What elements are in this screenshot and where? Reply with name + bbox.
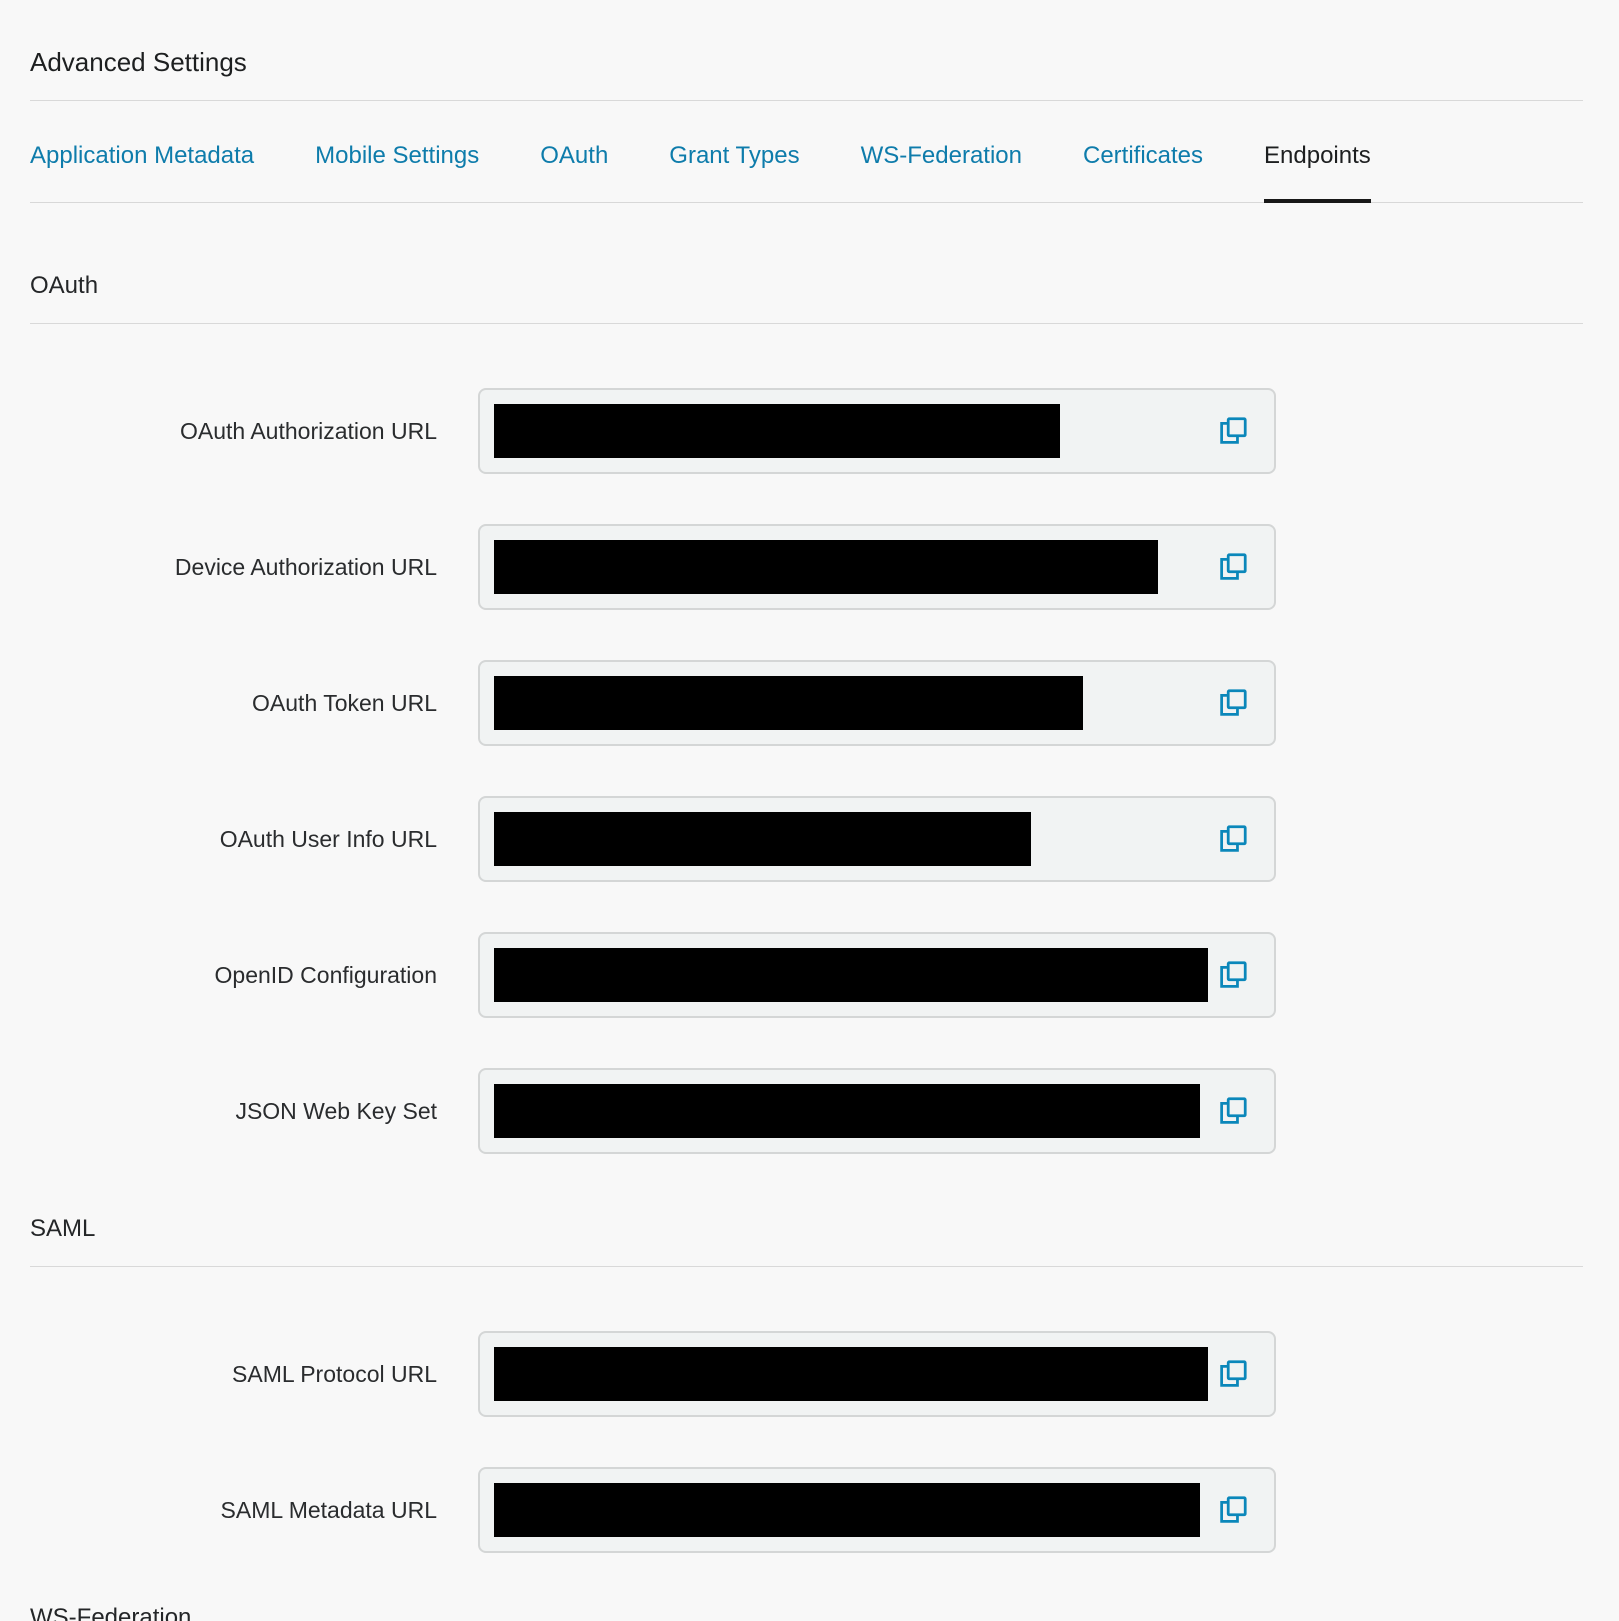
field-label: OpenID Configuration <box>30 961 478 990</box>
tab-oauth[interactable]: OAuth <box>540 141 608 203</box>
field-row: OAuth Token URL <box>30 660 1583 746</box>
copy-button[interactable] <box>1216 1094 1250 1128</box>
section-fields: OAuth Authorization URL Device Authoriza… <box>30 388 1583 1154</box>
field-value-box[interactable] <box>478 660 1276 746</box>
copy-button[interactable] <box>1216 550 1250 584</box>
field-value-box[interactable] <box>478 388 1276 474</box>
redacted-value <box>494 540 1158 594</box>
field-label: Device Authorization URL <box>30 553 478 582</box>
field-label: OAuth User Info URL <box>30 825 478 854</box>
copy-icon <box>1216 1357 1250 1391</box>
field-row: SAML Protocol URL <box>30 1331 1583 1417</box>
field-value-box[interactable] <box>478 796 1276 882</box>
copy-icon <box>1216 1094 1250 1128</box>
copy-button[interactable] <box>1216 958 1250 992</box>
redacted-value <box>494 1483 1200 1537</box>
redacted-value <box>494 1347 1208 1401</box>
section-heading: SAML <box>30 1214 1583 1244</box>
copy-button[interactable] <box>1216 1357 1250 1391</box>
page-title: Advanced Settings <box>30 46 1583 78</box>
tab-ws-federation[interactable]: WS-Federation <box>861 141 1022 203</box>
field-label: JSON Web Key Set <box>30 1097 478 1126</box>
field-row: OAuth Authorization URL <box>30 388 1583 474</box>
redacted-value <box>494 948 1208 1002</box>
field-value-box[interactable] <box>478 1467 1276 1553</box>
field-label: SAML Protocol URL <box>30 1360 478 1389</box>
field-label: OAuth Authorization URL <box>30 417 478 446</box>
copy-icon <box>1216 686 1250 720</box>
redacted-value <box>494 812 1031 866</box>
sections-container: OAuth OAuth Authorization URL Device Aut… <box>30 271 1583 1621</box>
tab-bar: Application Metadata Mobile Settings OAuth… <box>30 101 1583 203</box>
field-row: SAML Metadata URL <box>30 1467 1583 1553</box>
section-fields: SAML Protocol URL SAML Metadata URL <box>30 1331 1583 1553</box>
copy-button[interactable] <box>1216 822 1250 856</box>
copy-icon <box>1216 822 1250 856</box>
copy-button[interactable] <box>1216 414 1250 448</box>
field-row: OAuth User Info URL <box>30 796 1583 882</box>
section-saml: SAML SAML Protocol URL SAML Metadata URL <box>30 1214 1583 1553</box>
field-row: JSON Web Key Set <box>30 1068 1583 1154</box>
copy-icon <box>1216 958 1250 992</box>
redacted-value <box>494 1084 1200 1138</box>
redacted-value <box>494 404 1060 458</box>
section-heading: OAuth <box>30 271 1583 301</box>
section-heading: WS-Federation <box>30 1603 1583 1621</box>
field-label: SAML Metadata URL <box>30 1496 478 1525</box>
field-value-box[interactable] <box>478 1068 1276 1154</box>
section-divider <box>30 1266 1583 1267</box>
field-value-box[interactable] <box>478 524 1276 610</box>
advanced-settings-page: Advanced Settings Application Metadata Mo… <box>0 0 1619 1621</box>
section-divider <box>30 323 1583 324</box>
tab-grant-types[interactable]: Grant Types <box>669 141 799 203</box>
copy-button[interactable] <box>1216 686 1250 720</box>
redacted-value <box>494 676 1083 730</box>
field-value-box[interactable] <box>478 932 1276 1018</box>
field-label: OAuth Token URL <box>30 689 478 718</box>
copy-button[interactable] <box>1216 1493 1250 1527</box>
copy-icon <box>1216 1493 1250 1527</box>
tab-application-metadata[interactable]: Application Metadata <box>30 141 254 203</box>
section-oauth: OAuth OAuth Authorization URL Device Aut… <box>30 271 1583 1154</box>
field-value-box[interactable] <box>478 1331 1276 1417</box>
section-ws-federation: WS-Federation <box>30 1603 1583 1621</box>
field-row: OpenID Configuration <box>30 932 1583 1018</box>
field-row: Device Authorization URL <box>30 524 1583 610</box>
tab-certificates[interactable]: Certificates <box>1083 141 1203 203</box>
tab-endpoints[interactable]: Endpoints <box>1264 141 1371 203</box>
tab-mobile-settings[interactable]: Mobile Settings <box>315 141 479 203</box>
copy-icon <box>1216 414 1250 448</box>
copy-icon <box>1216 550 1250 584</box>
